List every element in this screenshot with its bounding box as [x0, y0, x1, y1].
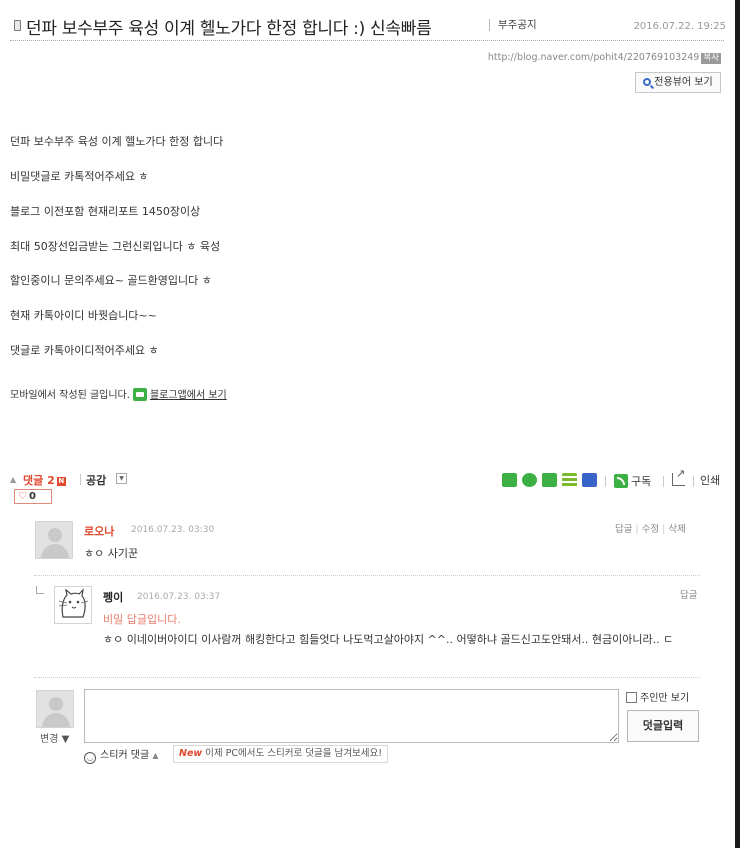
divider — [605, 476, 606, 487]
body-line: 비밀댓글로 카톡적어주세요 ㅎ — [10, 170, 149, 183]
delete-button[interactable]: 삭제 — [668, 524, 685, 535]
submit-comment-button[interactable]: 덧글입력 — [627, 710, 699, 742]
blog-share-icon[interactable] — [502, 473, 517, 487]
post-header: 던파 보수부주 육성 이계 헬노가다 한정 합니다 :) 신속빠름 부주공지 2… — [14, 12, 726, 39]
heart-icon: ♡ — [18, 491, 27, 502]
viewer-button[interactable]: 전용뷰어 보기 — [635, 72, 721, 93]
post-url-text[interactable]: http://blog.naver.com/pohit4/22076910324… — [488, 52, 700, 63]
sticker-comment-button[interactable]: ◡ 스티커 댓글 ▲ — [84, 746, 159, 764]
comment-date: 2016.07.23. 03:30 — [131, 525, 215, 535]
smiley-icon: ◡ — [84, 752, 96, 764]
change-label: 변경 — [40, 734, 59, 745]
chevron-down-icon[interactable]: ▼ — [116, 473, 127, 484]
secret-reply-note: 비밀 답글입니다. — [103, 613, 181, 626]
like-button[interactable]: ♡ 0 — [14, 489, 52, 504]
avatar — [36, 690, 74, 728]
edit-button[interactable]: 수정 — [642, 524, 659, 535]
body-line: 댓글로 카톡아이디적어주세요 ㅎ — [10, 344, 159, 357]
calendar-share-icon[interactable] — [582, 473, 597, 487]
comment-author[interactable]: 펭이 — [103, 589, 123, 605]
change-profile-button[interactable]: 변경 ▼ — [40, 730, 69, 745]
search-icon — [643, 78, 652, 86]
post-title[interactable]: 던파 보수부주 육성 이계 헬노가다 한정 합니다 :) 신속빠름 — [26, 14, 432, 39]
like-count: 0 — [28, 491, 36, 502]
mobile-note-text: 모바일에서 작성된 글입니다. — [10, 390, 130, 401]
avatar — [35, 521, 73, 559]
comment-label: 댓글 — [23, 474, 44, 487]
subscribe-label: 구독 — [631, 475, 652, 488]
cat-drawing-icon — [58, 588, 89, 618]
body-line: 최대 50장선입금받는 그런신뢰입니다 ㅎ 육성 — [10, 240, 221, 253]
sticker-tip-text: 이제 PC에서도 스티커로 덧글을 남겨보세요! — [205, 748, 383, 759]
memo-share-icon[interactable] — [562, 473, 577, 487]
post-date: 2016.07.22. 19:25 — [633, 21, 726, 32]
mobile-note: 모바일에서 작성된 글입니다. 블로그앱에서 보기 — [10, 386, 227, 401]
owner-only-checkbox[interactable]: 주인만 보기 — [626, 689, 689, 704]
body-line: 던파 보수부주 육성 이계 헬노가다 한정 합니다 — [10, 135, 224, 148]
checkbox-icon[interactable] — [626, 692, 637, 703]
rss-icon — [614, 474, 628, 488]
body-line: 블로그 이전포함 현재리포트 1450장이상 — [10, 205, 201, 218]
body-line: 현재 카톡아이디 바꿧습니다~~ — [10, 309, 157, 322]
blog-app-icon — [132, 388, 147, 401]
like-label[interactable]: 공감 — [86, 472, 106, 488]
collapse-arrow-icon[interactable]: ▲ — [10, 475, 16, 484]
sticker-label: 스티커 댓글 — [100, 750, 150, 761]
post-category-link[interactable]: 부주공지 — [489, 19, 537, 31]
owner-only-label: 주인만 보기 — [640, 693, 690, 704]
comment-toggle[interactable]: 댓글 2N — [23, 472, 66, 488]
header-divider — [10, 40, 724, 41]
cafe-share-icon[interactable] — [522, 473, 537, 487]
chevron-down-icon: ▼ — [61, 734, 70, 745]
viewer-button-label: 전용뷰어 보기 — [654, 77, 713, 88]
divider — [80, 474, 81, 485]
blog-app-link[interactable]: 블로그앱에서 보기 — [150, 390, 227, 401]
subscribe-button[interactable]: 구독 — [614, 473, 651, 489]
comment-text: ㅎㅇ 이네이버아이디 이사람꺼 해킹한다고 힘들엇다 나도먹고살아야지 ^^..… — [103, 633, 674, 646]
comment-actions: 답글 — [680, 587, 740, 601]
window-edge — [735, 0, 740, 848]
comment-actions: 답글 | 수정 | 삭제 — [615, 524, 686, 535]
new-badge: N — [56, 477, 66, 486]
comment-divider — [34, 575, 700, 576]
avatar — [54, 586, 92, 624]
reply-button[interactable]: 답글 — [615, 524, 632, 535]
comment-input[interactable] — [84, 689, 619, 743]
new-tag: New — [179, 748, 203, 759]
sticker-tooltip: New 이제 PC에서도 스티커로 덧글을 남겨보세요! — [173, 745, 389, 763]
comment-author[interactable]: 로오나 — [84, 523, 114, 539]
comment-date: 2016.07.23. 03:37 — [137, 592, 221, 602]
reply-button[interactable]: 답글 — [680, 590, 697, 601]
copy-url-button[interactable]: 복사 — [701, 53, 721, 64]
print-button[interactable]: 인쇄 — [700, 472, 720, 488]
comment-text: ㅎㅇ 사기꾼 — [84, 547, 139, 560]
divider — [693, 476, 694, 487]
mobile-icon — [14, 20, 21, 31]
comment-count: 2 — [47, 474, 55, 487]
body-line: 할인중이니 문의주세요~ 골드환영입니다 ㅎ — [10, 274, 212, 287]
reply-indicator-icon — [36, 586, 44, 594]
chevron-up-icon: ▲ — [152, 751, 159, 760]
post-url: http://blog.naver.com/pohit4/22076910324… — [488, 52, 721, 64]
comment-divider — [34, 677, 700, 678]
bookmark-share-icon[interactable] — [542, 473, 557, 487]
divider — [663, 476, 664, 487]
share-icon[interactable] — [672, 467, 685, 486]
